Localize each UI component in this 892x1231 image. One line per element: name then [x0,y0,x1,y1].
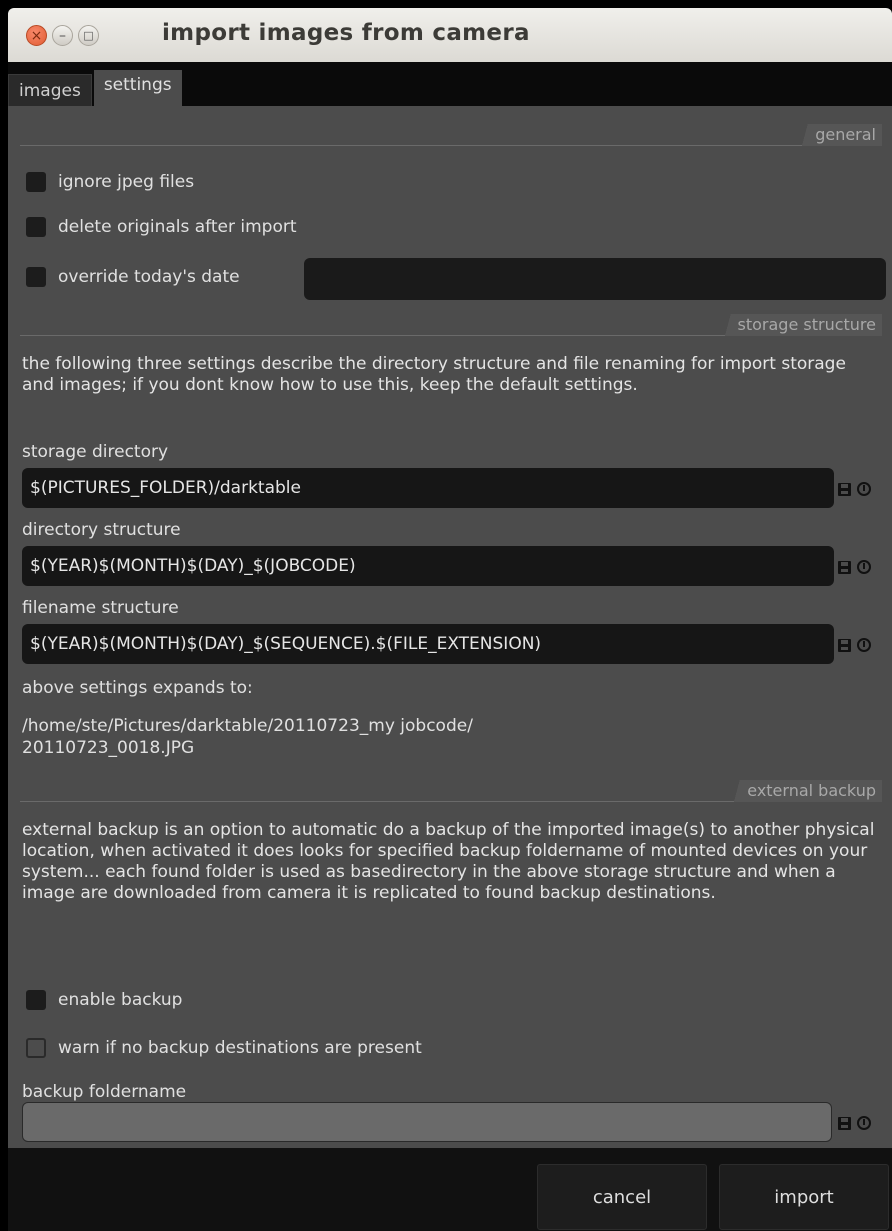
checkbox-box[interactable] [26,267,46,287]
reset-icon[interactable] [857,560,871,574]
checkbox-label: delete originals after import [58,217,297,237]
expands-path-line2: 20110723_0018.JPG [22,738,195,758]
minimize-icon: – [59,27,66,44]
section-label: general [785,124,882,146]
checkbox-label: ignore jpeg files [58,172,195,192]
filename-structure-actions [838,638,871,652]
filename-structure-input[interactable]: $(YEAR)$(MONTH)$(DAY)_$(SEQUENCE).$(FILE… [22,624,834,664]
import-button[interactable]: import [719,1164,889,1230]
directory-structure-input[interactable]: $(YEAR)$(MONTH)$(DAY)_$(JOBCODE) [22,546,834,586]
expands-path-line1: /home/ste/Pictures/darktable/20110723_my… [22,716,473,736]
enable-backup-checkbox[interactable]: enable backup [26,990,182,1010]
storage-directory-actions [838,482,871,496]
reset-icon[interactable] [857,482,871,496]
section-label: storage structure [707,314,882,336]
section-label: external backup [717,780,882,802]
maximize-icon: □ [83,29,94,42]
backup-foldername-label: backup foldername [22,1082,187,1102]
maximize-window-button[interactable]: □ [78,25,99,46]
tab-settings[interactable]: settings [93,70,182,106]
directory-structure-actions [838,560,871,574]
save-icon[interactable] [838,482,851,496]
checkbox-box[interactable] [26,172,46,192]
checkbox-label: override today's date [58,267,240,287]
warn-no-destinations-checkbox[interactable]: warn if no backup destinations are prese… [26,1038,422,1058]
checkbox-label: enable backup [58,990,183,1010]
tab-images[interactable]: images [8,74,92,106]
window-title: import images from camera [162,20,530,46]
reset-icon[interactable] [857,638,871,652]
backup-foldername-input[interactable] [22,1102,832,1142]
dialog-footer: cancel import [8,1148,892,1231]
save-icon[interactable] [838,1116,851,1130]
backup-foldername-actions [838,1116,871,1130]
storage-directory-input[interactable]: $(PICTURES_FOLDER)/darktable [22,468,834,508]
backup-description: external backup is an option to automati… [22,820,875,903]
expands-label: above settings expands to: [22,678,253,698]
section-header-storage: storage structure [20,314,882,336]
checkbox-label: warn if no backup destinations are prese… [58,1038,422,1058]
delete-originals-checkbox[interactable]: delete originals after import [26,217,297,237]
save-icon[interactable] [838,638,851,652]
reset-icon[interactable] [857,1116,871,1130]
override-date-input[interactable] [304,258,886,300]
checkbox-box[interactable] [26,990,46,1010]
ignore-jpeg-checkbox[interactable]: ignore jpeg files [26,172,194,192]
checkbox-box[interactable] [26,217,46,237]
filename-structure-label: filename structure [22,598,179,618]
section-header-general: general [20,124,882,146]
section-header-backup: external backup [20,780,882,802]
checkbox-box[interactable] [26,1038,46,1058]
storage-directory-label: storage directory [22,442,169,462]
storage-description: the following three settings describe th… [22,354,846,395]
tab-bar: images settings [8,70,182,106]
dialog-body: images settings general ignore jpeg file… [8,62,892,1231]
cancel-button[interactable]: cancel [537,1164,707,1230]
save-icon[interactable] [838,560,851,574]
override-date-checkbox[interactable]: override today's date [26,267,240,287]
close-window-button[interactable]: × [26,25,47,46]
settings-panel: general ignore jpeg files delete origina… [8,106,892,1148]
minimize-window-button[interactable]: – [52,25,73,46]
title-bar: × – □ import images from camera [8,8,892,62]
directory-structure-label: directory structure [22,520,181,540]
close-icon: × [30,27,43,44]
